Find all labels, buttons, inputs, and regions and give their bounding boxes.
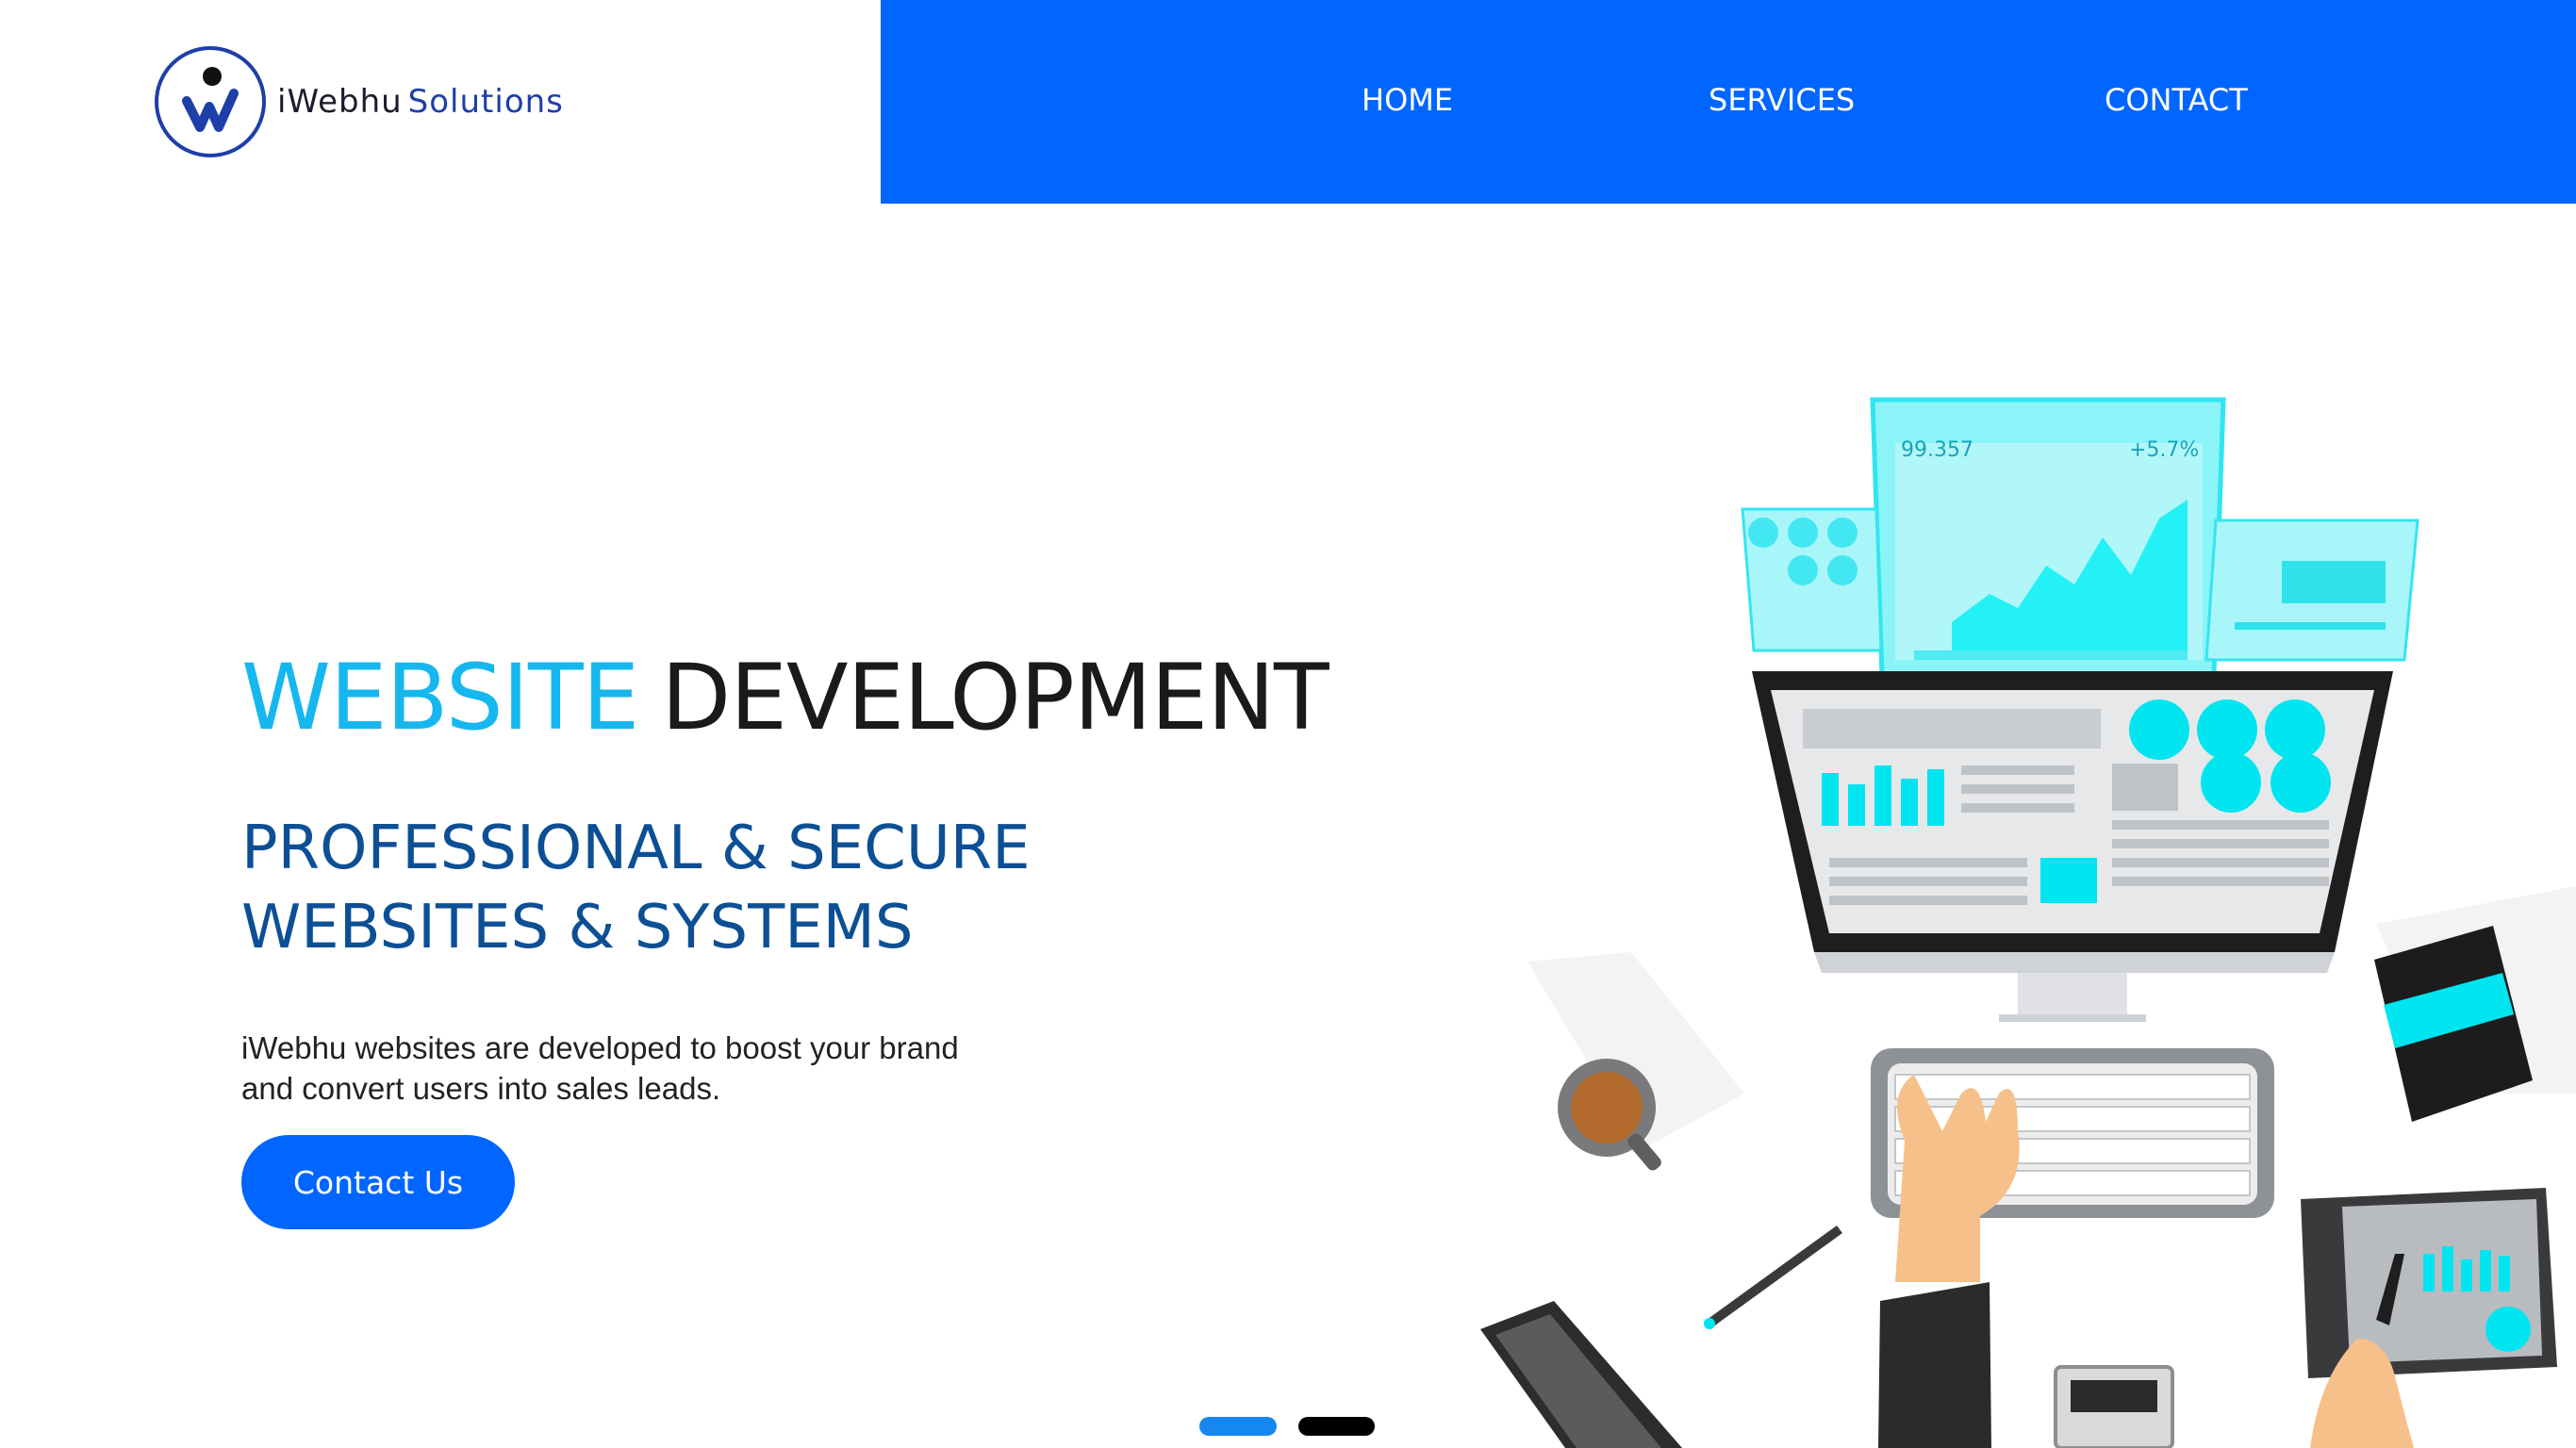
slider-dot-1[interactable] [1199, 1417, 1277, 1436]
contact-us-button[interactable]: Contact Us [241, 1135, 515, 1229]
nav-item-contact[interactable]: CONTACT [2105, 79, 2248, 121]
brand-name-part1: iWebhu [277, 83, 403, 121]
screen-value-text: 99.357 [1901, 438, 1973, 462]
screen-change-text: +5.7% [2129, 438, 2199, 462]
main-nav: HOME SERVICES CONTACT [881, 0, 2576, 204]
workspace-illustration-image: 99.357 +5.7% [1480, 397, 2576, 1448]
hero-subtitle: PROFESSIONAL & SECURE WEBSITES & SYSTEMS [241, 809, 1031, 967]
brand-name: iWebhu Solutions [277, 83, 564, 121]
nav-item-home[interactable]: HOME [1362, 79, 1453, 121]
brand-logo[interactable]: iWebhu Solutions [153, 43, 564, 160]
hero-description-line2: and convert users into sales leads. [241, 1071, 721, 1106]
hero-subtitle-line1: PROFESSIONAL & SECURE [241, 814, 1031, 883]
hero-illustration: 99.357 +5.7% [1452, 377, 2576, 1448]
hero-title: WEBSITE DEVELOPMENT [241, 643, 1329, 752]
hero-title-rest: DEVELOPMENT [661, 645, 1329, 750]
hero-description-line1: iWebhu websites are developed to boost y… [241, 1030, 959, 1065]
hero-subtitle-line2: WEBSITES & SYSTEMS [241, 893, 914, 963]
iwebhu-logo-icon [155, 46, 266, 157]
brand-name-part2: Solutions [407, 83, 564, 121]
hero-description: iWebhu websites are developed to boost y… [241, 1028, 959, 1109]
hero-title-highlight: WEBSITE [241, 645, 639, 750]
slider-dot-2[interactable] [1298, 1417, 1375, 1436]
nav-item-services[interactable]: SERVICES [1709, 79, 1855, 121]
